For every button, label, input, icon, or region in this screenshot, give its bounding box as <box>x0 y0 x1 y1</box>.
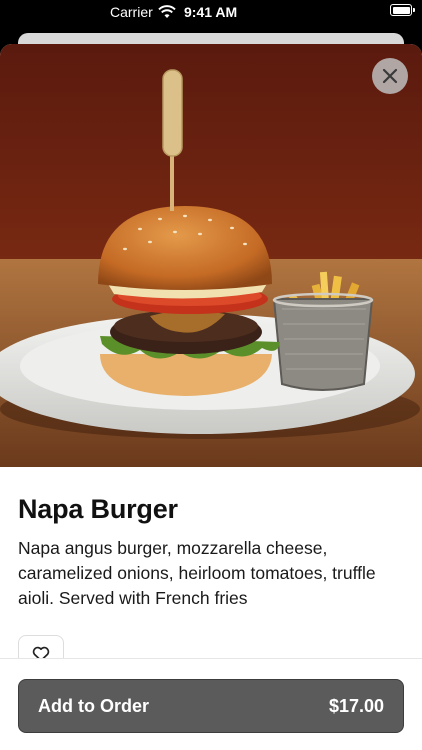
item-description: Napa angus burger, mozzarella cheese, ca… <box>18 538 376 608</box>
order-bar: Add to Order $17.00 <box>0 658 422 750</box>
clock: 9:41 AM <box>184 4 238 20</box>
close-icon <box>382 68 398 84</box>
wifi-icon <box>158 5 176 19</box>
add-to-order-button[interactable]: Add to Order $17.00 <box>18 679 404 733</box>
status-bar: Carrier 9:41 AM <box>0 0 422 24</box>
order-price: $17.00 <box>328 696 384 716</box>
add-to-order-label: Add to Order <box>38 696 149 716</box>
carrier-label: Carrier <box>110 4 153 20</box>
close-button[interactable] <box>372 58 408 94</box>
battery-icon <box>390 4 415 16</box>
item-title: Napa Burger <box>18 494 178 524</box>
item-detail-sheet: Napa Burger Napa angus burger, mozzarell… <box>0 44 422 750</box>
burger-photo <box>0 44 422 467</box>
